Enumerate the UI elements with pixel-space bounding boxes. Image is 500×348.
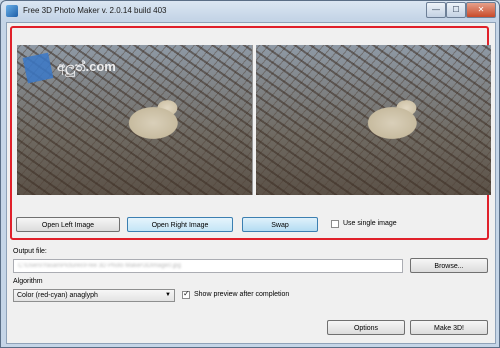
open-left-image-button[interactable]: Open Left Image [16,217,120,232]
make-3d-button[interactable]: Make 3D! [410,320,488,335]
minimize-button[interactable]: — [426,2,446,18]
options-button[interactable]: Options [327,320,405,335]
swap-button[interactable]: Swap [242,217,318,232]
logo-icon [22,52,54,84]
show-preview-checkbox[interactable] [182,289,190,299]
right-image-preview [256,45,491,195]
watermark-text: අලුත්.com [57,59,116,74]
use-single-image-label: Use single image [343,220,397,227]
use-single-image-checkbox[interactable] [331,220,339,228]
output-file-value: C:\Users\Yasan\Pictures\Free 3D Photo Ma… [18,263,181,269]
output-file-field[interactable]: C:\Users\Yasan\Pictures\Free 3D Photo Ma… [13,259,403,273]
app-window: Free 3D Photo Maker v. 2.0.14 build 403 … [0,0,500,348]
algorithm-label: Algorithm [13,278,43,285]
open-right-image-button[interactable]: Open Right Image [127,217,233,232]
preview-divider [252,45,253,195]
close-button[interactable]: ✕ [466,2,496,18]
app-icon [6,5,18,17]
algorithm-select[interactable]: Color (red-cyan) anaglyph ▼ [13,289,175,302]
title-bar[interactable]: Free 3D Photo Maker v. 2.0.14 build 403 … [1,1,499,22]
algorithm-selected-value: Color (red-cyan) anaglyph [17,292,98,299]
main-panel: අලුත්.com Open Left Image Open Right Ima… [6,22,496,344]
output-file-label: Output file: [13,248,47,255]
browse-button[interactable]: Browse... [410,258,488,273]
chevron-down-icon: ▼ [165,292,171,298]
show-preview-label: Show preview after completion [194,291,290,298]
left-image-preview: අලුත්.com [17,45,252,195]
maximize-button[interactable]: ☐ [446,2,466,18]
window-title: Free 3D Photo Maker v. 2.0.14 build 403 [23,6,167,15]
